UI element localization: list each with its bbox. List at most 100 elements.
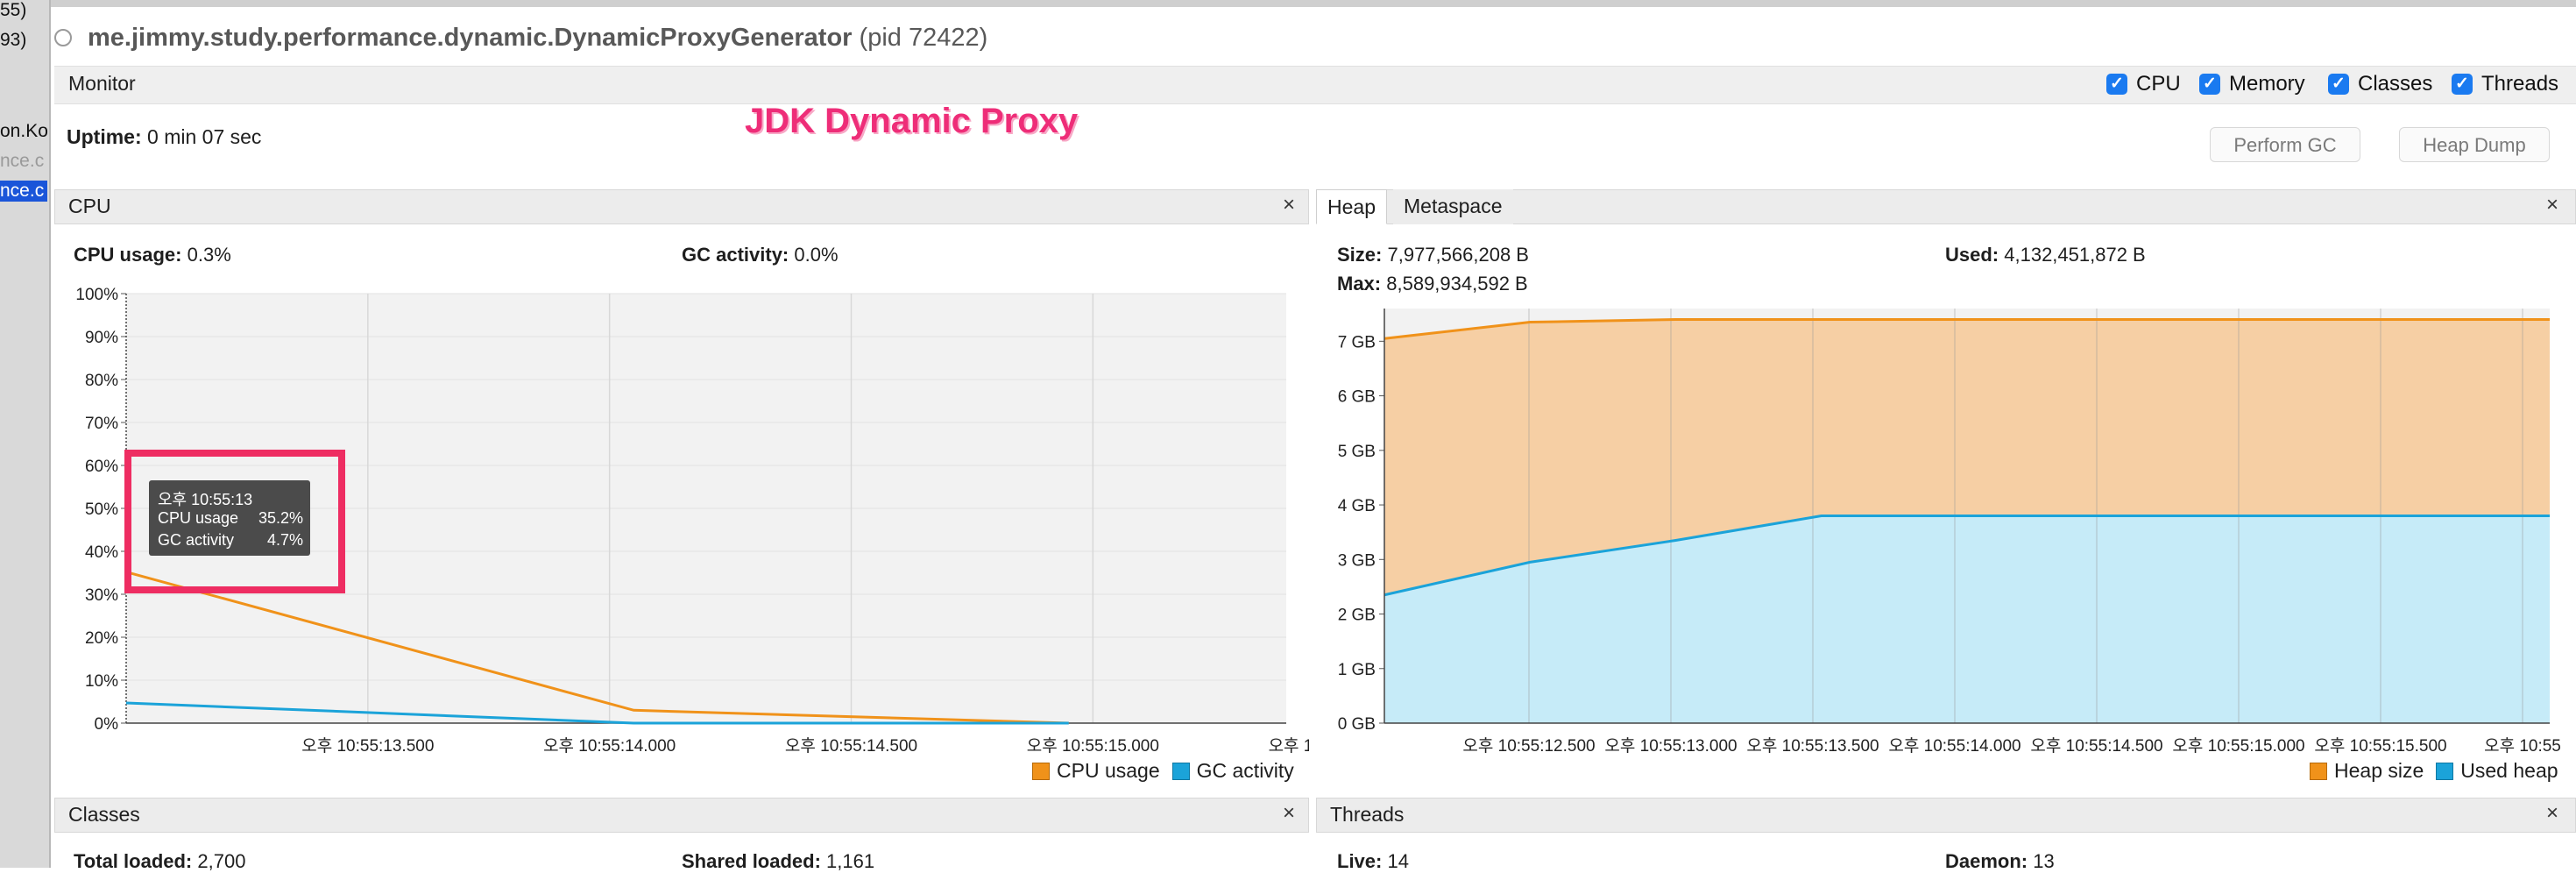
- process-status-icon: [54, 29, 72, 46]
- tab-metaspace[interactable]: Metaspace: [1393, 189, 1513, 224]
- heap-chart: 7 GB6 GB5 GB4 GB3 GB2 GB1 GB0 GB오후 10:55…: [1316, 298, 2576, 754]
- daemon-threads-label: Daemon:: [1945, 850, 2028, 872]
- checkmark-icon: ✓: [2199, 74, 2220, 95]
- x-tick-label: 오후 10:55:15.500: [1269, 736, 1309, 754]
- cpu-panel-title: CPU: [68, 195, 111, 218]
- sidebar-text: 93): [0, 30, 26, 51]
- tooltip-gc-value: 4.7%: [267, 531, 303, 550]
- y-tick-label: 60%: [85, 458, 118, 476]
- legend-swatch-heap-size: [2310, 763, 2327, 780]
- classes-panel-header: [54, 798, 1309, 833]
- tooltip-cpu-label: CPU usage: [158, 509, 238, 528]
- process-pid: (pid 72422): [860, 24, 988, 52]
- x-tick-label: 오후 10:55:12.500: [1462, 736, 1595, 754]
- legend-label: CPU usage: [1057, 759, 1160, 783]
- left-sidebar-strip: 55) 93) on.Ko nce.c nce.c: [0, 0, 51, 868]
- sidebar-selected-item[interactable]: nce.c: [0, 181, 47, 202]
- cpu-tooltip: 오후 10:55:13 CPU usage 35.2% GC activity …: [149, 480, 310, 556]
- sidebar-text: on.Ko: [0, 121, 48, 142]
- threads-panel-header: [1316, 798, 2576, 833]
- window-title: me.jimmy.study.performance.dynamic.Dynam…: [88, 24, 987, 53]
- tab-heap[interactable]: Heap: [1316, 189, 1387, 224]
- perform-gc-button[interactable]: Perform GC: [2210, 127, 2360, 162]
- y-tick-label: 0%: [95, 715, 119, 734]
- heap-size-value: 7,977,566,208 B: [1387, 244, 1528, 266]
- x-tick-label: 오후 10:55:14.000: [1888, 736, 2020, 754]
- y-tick-label: 90%: [85, 329, 118, 347]
- checkbox-cpu[interactable]: ✓ CPU: [2106, 72, 2181, 96]
- shared-loaded-value: 1,161: [826, 850, 874, 872]
- live-threads-label: Live:: [1337, 850, 1382, 872]
- total-loaded-value: 2,700: [197, 850, 245, 872]
- y-tick-label: 4 GB: [1338, 497, 1376, 515]
- checkmark-icon: ✓: [2452, 74, 2473, 95]
- heap-dump-button[interactable]: Heap Dump: [2399, 127, 2550, 162]
- heap-panel-close-icon[interactable]: ×: [2546, 193, 2558, 217]
- total-loaded-stat: Total loaded: 2,700: [74, 850, 245, 873]
- checkbox-classes[interactable]: ✓ Classes: [2328, 72, 2432, 96]
- x-tick-label: 오후 10:55: [2484, 736, 2561, 754]
- cpu-panel-header: [54, 189, 1309, 224]
- heap-used-stat: Used: 4,132,451,872 B: [1945, 244, 2146, 266]
- threads-panel-close-icon[interactable]: ×: [2546, 801, 2558, 826]
- y-tick-label: 6 GB: [1338, 388, 1376, 407]
- top-border: [0, 0, 2576, 7]
- checkbox-label: CPU: [2136, 72, 2181, 96]
- tooltip-gc-label: GC activity: [158, 531, 234, 550]
- x-tick-label: 오후 10:55:13.000: [1604, 736, 1737, 754]
- classes-panel-close-icon[interactable]: ×: [1283, 801, 1295, 826]
- total-loaded-label: Total loaded:: [74, 850, 192, 872]
- cpu-usage-label: CPU usage:: [74, 244, 181, 266]
- checkbox-label: Memory: [2229, 72, 2305, 96]
- x-tick-label: 오후 10:55:15.000: [2172, 736, 2304, 754]
- cpu-panel-close-icon[interactable]: ×: [1283, 193, 1295, 217]
- sidebar-text: 55): [0, 0, 26, 21]
- y-tick-label: 70%: [85, 415, 118, 433]
- cpu-legend: CPU usage GC activity: [1032, 759, 1294, 783]
- y-tick-label: 50%: [85, 500, 118, 519]
- daemon-threads-stat: Daemon: 13: [1945, 850, 2055, 873]
- checkbox-threads[interactable]: ✓ Threads: [2452, 72, 2558, 96]
- classes-panel-title: Classes: [68, 803, 140, 827]
- legend-swatch-used-heap: [2436, 763, 2453, 780]
- y-tick-label: 2 GB: [1338, 607, 1376, 625]
- live-threads-stat: Live: 14: [1337, 850, 1409, 873]
- uptime-value: 0 min 07 sec: [147, 125, 261, 148]
- y-tick-label: 30%: [85, 586, 118, 605]
- heap-size-label: Size:: [1337, 244, 1382, 266]
- sidebar-text[interactable]: nce.c: [0, 151, 44, 172]
- x-tick-label: 오후 10:55:15.500: [2314, 736, 2446, 754]
- checkbox-label: Threads: [2481, 72, 2558, 96]
- live-threads-value: 14: [1387, 850, 1408, 872]
- legend-label: Used heap: [2460, 759, 2558, 783]
- y-tick-label: 5 GB: [1338, 443, 1376, 461]
- process-name: me.jimmy.study.performance.dynamic.Dynam…: [88, 24, 852, 52]
- legend-swatch-gc: [1172, 763, 1190, 780]
- heap-max-value: 8,589,934,592 B: [1386, 273, 1527, 295]
- monitor-header: [54, 66, 2576, 104]
- y-tick-label: 10%: [85, 672, 118, 691]
- y-tick-label: 40%: [85, 543, 118, 562]
- x-tick-label: 오후 10:55:14.500: [785, 736, 917, 754]
- tooltip-cpu-value: 35.2%: [258, 509, 303, 528]
- shared-loaded-stat: Shared loaded: 1,161: [682, 850, 874, 873]
- checkbox-label: Classes: [2358, 72, 2432, 96]
- checkbox-memory[interactable]: ✓ Memory: [2199, 72, 2305, 96]
- x-tick-label: 오후 10:55:14.500: [2030, 736, 2162, 754]
- x-tick-label: 오후 10:55:15.000: [1027, 736, 1159, 754]
- y-tick-label: 1 GB: [1338, 661, 1376, 679]
- gc-activity-value: 0.0%: [794, 244, 838, 266]
- shared-loaded-label: Shared loaded:: [682, 850, 821, 872]
- legend-label: Heap size: [2334, 759, 2424, 783]
- annotation-title: JDK Dynamic Proxy: [745, 102, 1078, 141]
- monitor-title: Monitor: [68, 72, 136, 96]
- y-tick-label: 80%: [85, 372, 118, 390]
- gc-activity-label: GC activity:: [682, 244, 789, 266]
- uptime-label: Uptime:: [67, 125, 142, 148]
- daemon-threads-value: 13: [2033, 850, 2054, 872]
- x-tick-label: 오후 10:55:14.000: [543, 736, 676, 754]
- heap-used-value: 4,132,451,872 B: [2004, 244, 2145, 266]
- heap-size-stat: Size: 7,977,566,208 B: [1337, 244, 1529, 266]
- heap-max-label: Max:: [1337, 273, 1381, 295]
- y-tick-label: 3 GB: [1338, 551, 1376, 570]
